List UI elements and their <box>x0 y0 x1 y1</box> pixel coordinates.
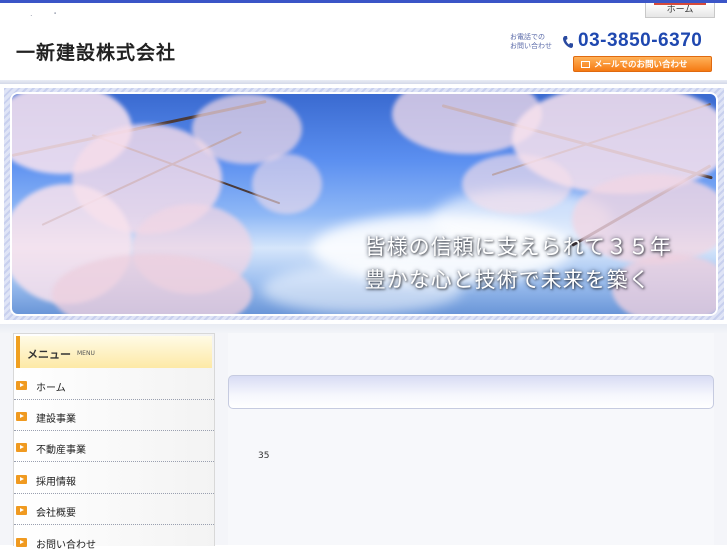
content-text: 35 <box>258 451 270 461</box>
arrow-right-icon <box>16 443 27 452</box>
arrow-right-icon <box>16 412 27 421</box>
hero-banner: 皆様の信頼に支えられて３５年 豊かな心と技術で未来を築く <box>12 94 716 314</box>
sidebar-item-label: 採用情報 <box>36 477 76 488</box>
home-tab[interactable]: ホーム <box>645 3 715 18</box>
menu-title: メニュー <box>27 348 71 361</box>
content-heading-bar <box>228 375 714 409</box>
sidebar-item-company[interactable]: 会社概要 <box>14 494 214 525</box>
main-content <box>228 333 714 545</box>
header-marks: . ・ <box>30 9 68 18</box>
menu-header: メニュー MENU <box>16 336 212 368</box>
mail-inquiry-button[interactable]: メールでのお問い合わせ <box>573 56 712 72</box>
sidebar-item-recruit[interactable]: 採用情報 <box>14 463 214 494</box>
sidebar-item-label: 建設事業 <box>36 414 76 425</box>
company-logo-text[interactable]: 一新建設株式会社 <box>16 38 176 65</box>
header-divider <box>0 80 727 84</box>
mail-icon <box>581 61 590 68</box>
phone-caption: お電話での お問い合わせ <box>510 33 552 50</box>
sidebar-item-label: 不動産事業 <box>36 445 86 456</box>
phone-number[interactable]: 03-3850-6370 <box>578 30 702 52</box>
sidebar-item-construction[interactable]: 建設事業 <box>14 400 214 431</box>
sidebar-item-label: お問い合わせ <box>36 540 96 551</box>
arrow-right-icon <box>16 381 27 390</box>
sidebar-item-contact[interactable]: お問い合わせ <box>14 526 214 557</box>
hero-tagline-line2: 豊かな心と技術で未来を築く <box>364 268 651 292</box>
arrow-right-icon <box>16 475 27 484</box>
phone-icon <box>563 36 573 48</box>
sidebar-item-home[interactable]: ホーム <box>14 369 214 400</box>
arrow-right-icon <box>16 506 27 515</box>
sidebar-item-real-estate[interactable]: 不動産事業 <box>14 431 214 462</box>
hero-tagline-line1: 皆様の信頼に支えられて３５年 <box>364 235 672 259</box>
sidebar-item-label: 会社概要 <box>36 508 76 519</box>
hero-tagline: 皆様の信頼に支えられて３５年 豊かな心と技術で未来を築く <box>365 231 672 297</box>
arrow-right-icon <box>16 538 27 547</box>
mail-inquiry-label: メールでのお問い合わせ <box>594 60 688 70</box>
sidebar-item-label: ホーム <box>36 383 66 394</box>
sidebar-menu: メニュー MENU ホーム 建設事業 不動産事業 採用情報 会社概要 お問い合わ… <box>13 333 215 551</box>
top-accent-bar <box>0 0 727 3</box>
menu-subtitle: MENU <box>77 350 95 357</box>
